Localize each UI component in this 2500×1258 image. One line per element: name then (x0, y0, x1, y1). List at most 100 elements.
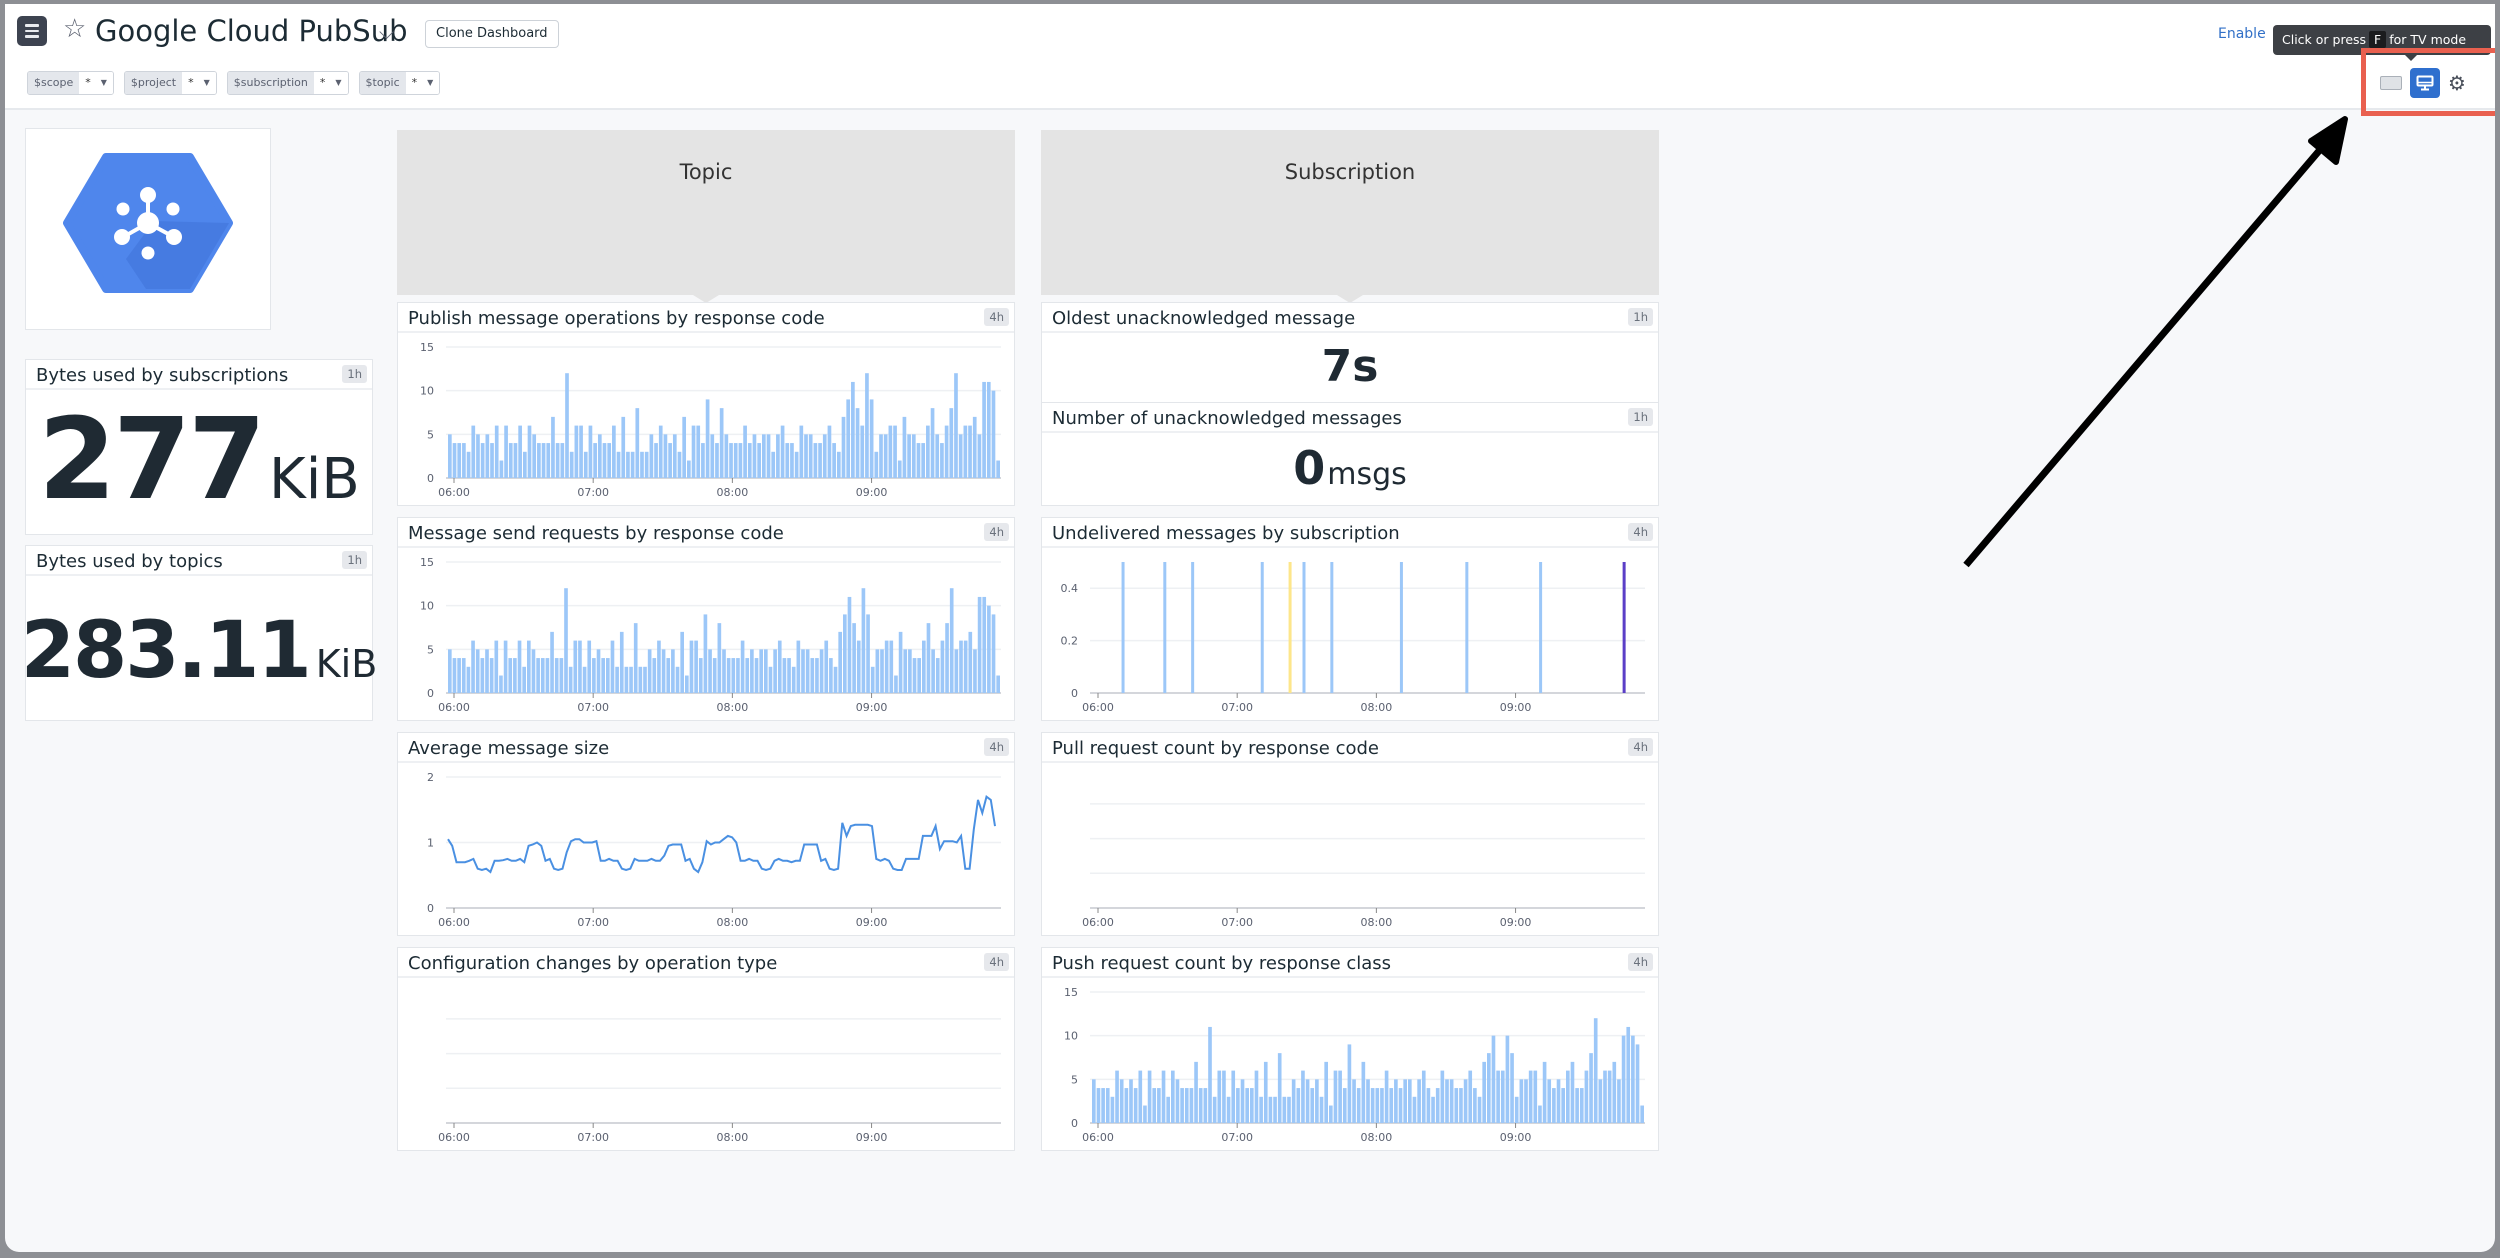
chevron-down-icon[interactable]: ⌵ (379, 20, 394, 44)
enable-link[interactable]: Enable (2218, 26, 2266, 42)
header-tools: ⚙ (2380, 68, 2466, 98)
push-request-count-chart[interactable]: 0 5 10 15 06:00 07:00 08:00 09:00 (1042, 978, 1657, 1148)
timeframe-badge: 4h (984, 523, 1009, 541)
configuration-changes-widget[interactable]: Configuration changes by operation type 4… (397, 947, 1015, 1151)
bar (1491, 1035, 1496, 1123)
dashboard-title[interactable]: Google Cloud PubSub (95, 14, 408, 48)
bar (846, 399, 851, 478)
bar (1394, 1079, 1398, 1123)
keyboard-icon[interactable] (2380, 76, 2402, 90)
bar (726, 658, 731, 693)
bar (1296, 1088, 1301, 1123)
bar (1468, 1070, 1473, 1123)
bar (916, 443, 921, 478)
bar (602, 443, 607, 478)
pull-request-count-widget[interactable]: Pull request count by response code 4h 06… (1041, 732, 1659, 936)
timeframe-badge: 1h (1628, 408, 1653, 426)
y-tick-label: 15 (1064, 986, 1078, 999)
widget-title: Bytes used by topics (36, 551, 223, 572)
bar (657, 640, 661, 693)
variable-value-select[interactable]: * ▼ (405, 72, 440, 94)
undelivered-messages-widget[interactable]: Undelivered messages by subscription 4h 0… (1041, 517, 1659, 721)
y-tick-label: 2 (427, 771, 434, 784)
bar (822, 434, 827, 478)
variable-value-select[interactable]: * ▼ (182, 72, 216, 94)
push-request-count-widget[interactable]: Push request count by response class 4h 0… (1041, 947, 1659, 1151)
variable-topic[interactable]: $topic * ▼ (358, 71, 441, 95)
variable-value-select[interactable]: * ▼ (79, 72, 113, 94)
x-tick-label: 07:00 (577, 1131, 609, 1144)
bar (701, 443, 705, 478)
gear-icon[interactable]: ⚙ (2448, 71, 2466, 95)
bar (860, 425, 865, 478)
hamburger-menu-icon[interactable] (17, 16, 47, 46)
publish-operations-chart[interactable]: 0 5 10 15 06:00 07:00 08:00 09:00 (398, 333, 1013, 503)
average-message-size-widget[interactable]: Average message size 4h 0 1 2 06:00 07:00 08:0… (397, 732, 1015, 936)
bar (912, 658, 917, 693)
bar (633, 623, 638, 693)
bar (1593, 1018, 1598, 1123)
bar (959, 640, 963, 693)
bar (1589, 1053, 1593, 1123)
bar (855, 408, 860, 478)
bar (986, 381, 991, 478)
query-value-unit: msgs (1327, 457, 1407, 492)
configuration-changes-chart[interactable]: 06:00 07:00 08:00 09:00 (398, 978, 1013, 1148)
bar (883, 434, 888, 478)
publish-operations-widget[interactable]: Publish message operations by response c… (397, 302, 1015, 506)
bar (1473, 1088, 1477, 1123)
bar (592, 658, 596, 693)
variable-scope[interactable]: $scope * ▼ (27, 71, 114, 95)
widget-header: Bytes used by subscriptions 1h (26, 360, 372, 390)
variable-value-select[interactable]: * ▼ (313, 72, 348, 94)
y-tick-label: 0 (427, 472, 434, 485)
bar (503, 640, 508, 693)
send-requests-widget[interactable]: Message send requests by response code 4h… (397, 517, 1015, 721)
bar (729, 443, 733, 478)
bar (1147, 1070, 1152, 1123)
bar (1171, 1070, 1175, 1123)
widget-header: Message send requests by response code 4h (398, 518, 1014, 548)
bar (546, 443, 551, 478)
y-tick-label: 5 (427, 428, 434, 441)
bar (747, 443, 752, 478)
bar (931, 649, 935, 693)
bar (843, 614, 847, 693)
bar (1370, 1088, 1375, 1123)
star-icon[interactable]: ☆ (63, 14, 86, 44)
widget-header: Undelivered messages by subscription 4h (1042, 518, 1658, 548)
bar (582, 666, 587, 693)
bar (550, 631, 554, 693)
bar (1449, 1079, 1454, 1123)
timeframe-badge: 1h (1628, 308, 1653, 326)
timeframe-badge: 4h (1628, 953, 1653, 971)
bar (813, 443, 818, 478)
y-tick-label: 10 (1064, 1030, 1078, 1043)
variable-project[interactable]: $project * ▼ (123, 71, 217, 95)
bar (1282, 1096, 1287, 1123)
bar (522, 666, 526, 693)
tooltip-text: Click or press (2282, 32, 2367, 47)
bar (457, 658, 461, 693)
bar (1454, 1088, 1459, 1123)
variable-subscription[interactable]: $subscription * ▼ (226, 71, 349, 95)
bar (768, 666, 773, 693)
bar (874, 451, 879, 478)
bar (517, 640, 522, 693)
spike-bar (1622, 562, 1626, 693)
x-tick-label: 08:00 (1361, 1131, 1393, 1144)
bar (1152, 1088, 1157, 1123)
bar (705, 399, 710, 478)
send-requests-chart[interactable]: 0 5 10 15 06:00 07:00 08:00 09:00 (398, 548, 1013, 718)
clone-dashboard-button[interactable]: Clone Dashboard (425, 20, 559, 48)
tv-mode-button[interactable] (2410, 68, 2440, 98)
bar (710, 434, 715, 478)
widget-header: Oldest unacknowledged message 1h (1042, 303, 1658, 333)
undelivered-messages-chart[interactable]: 0 0.2 0.4 06:00 07:00 08:00 09:00 (1042, 548, 1657, 718)
pull-request-count-chart[interactable]: 06:00 07:00 08:00 09:00 (1042, 763, 1657, 933)
average-message-size-chart[interactable]: 0 1 2 06:00 07:00 08:00 09:00 (398, 763, 1013, 933)
bar (1621, 1035, 1626, 1123)
bar (661, 649, 666, 693)
bar (1463, 1079, 1468, 1123)
bar (1440, 1070, 1445, 1123)
